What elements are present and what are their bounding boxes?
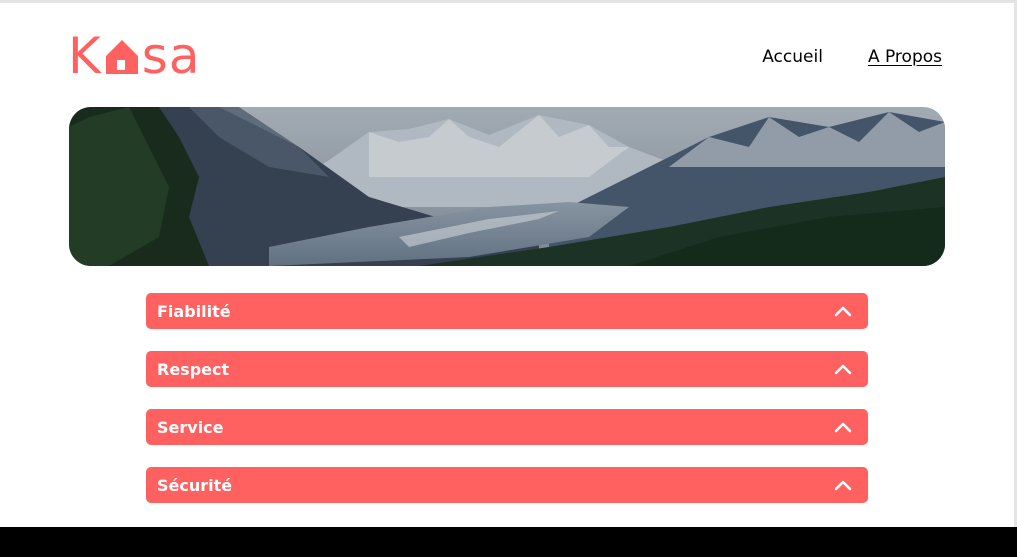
mountain-landscape-image: [69, 107, 945, 266]
logo-letters-sa: sa: [141, 27, 201, 85]
chevron-up-icon[interactable]: [834, 363, 852, 375]
chevron-up-icon[interactable]: [834, 479, 852, 491]
collapse-title: Respect: [157, 359, 230, 379]
chevron-up-icon[interactable]: [834, 305, 852, 317]
main-nav: Accueil A Propos: [762, 47, 942, 67]
values-list: Fiabilité Respect Service Sécurité: [146, 293, 868, 525]
collapse-title: Sécurité: [157, 475, 233, 495]
collapse-respect[interactable]: Respect: [146, 351, 868, 387]
house-icon: [105, 40, 138, 74]
footer: [0, 527, 1017, 557]
kasa-logo[interactable]: K sa: [68, 29, 201, 83]
logo-letter-k: K: [68, 27, 102, 85]
about-banner-image: [69, 107, 945, 266]
collapse-securite[interactable]: Sécurité: [146, 467, 868, 503]
collapse-title: Fiabilité: [157, 301, 231, 321]
nav-link-accueil[interactable]: Accueil: [762, 47, 823, 67]
collapse-service[interactable]: Service: [146, 409, 868, 445]
chevron-up-icon[interactable]: [834, 421, 852, 433]
collapse-title: Service: [157, 417, 224, 437]
page: K sa Accueil A Propos Fiabilité Respect …: [0, 0, 1017, 557]
collapse-fiabilite[interactable]: Fiabilité: [146, 293, 868, 329]
nav-link-a-propos[interactable]: A Propos: [868, 47, 942, 67]
